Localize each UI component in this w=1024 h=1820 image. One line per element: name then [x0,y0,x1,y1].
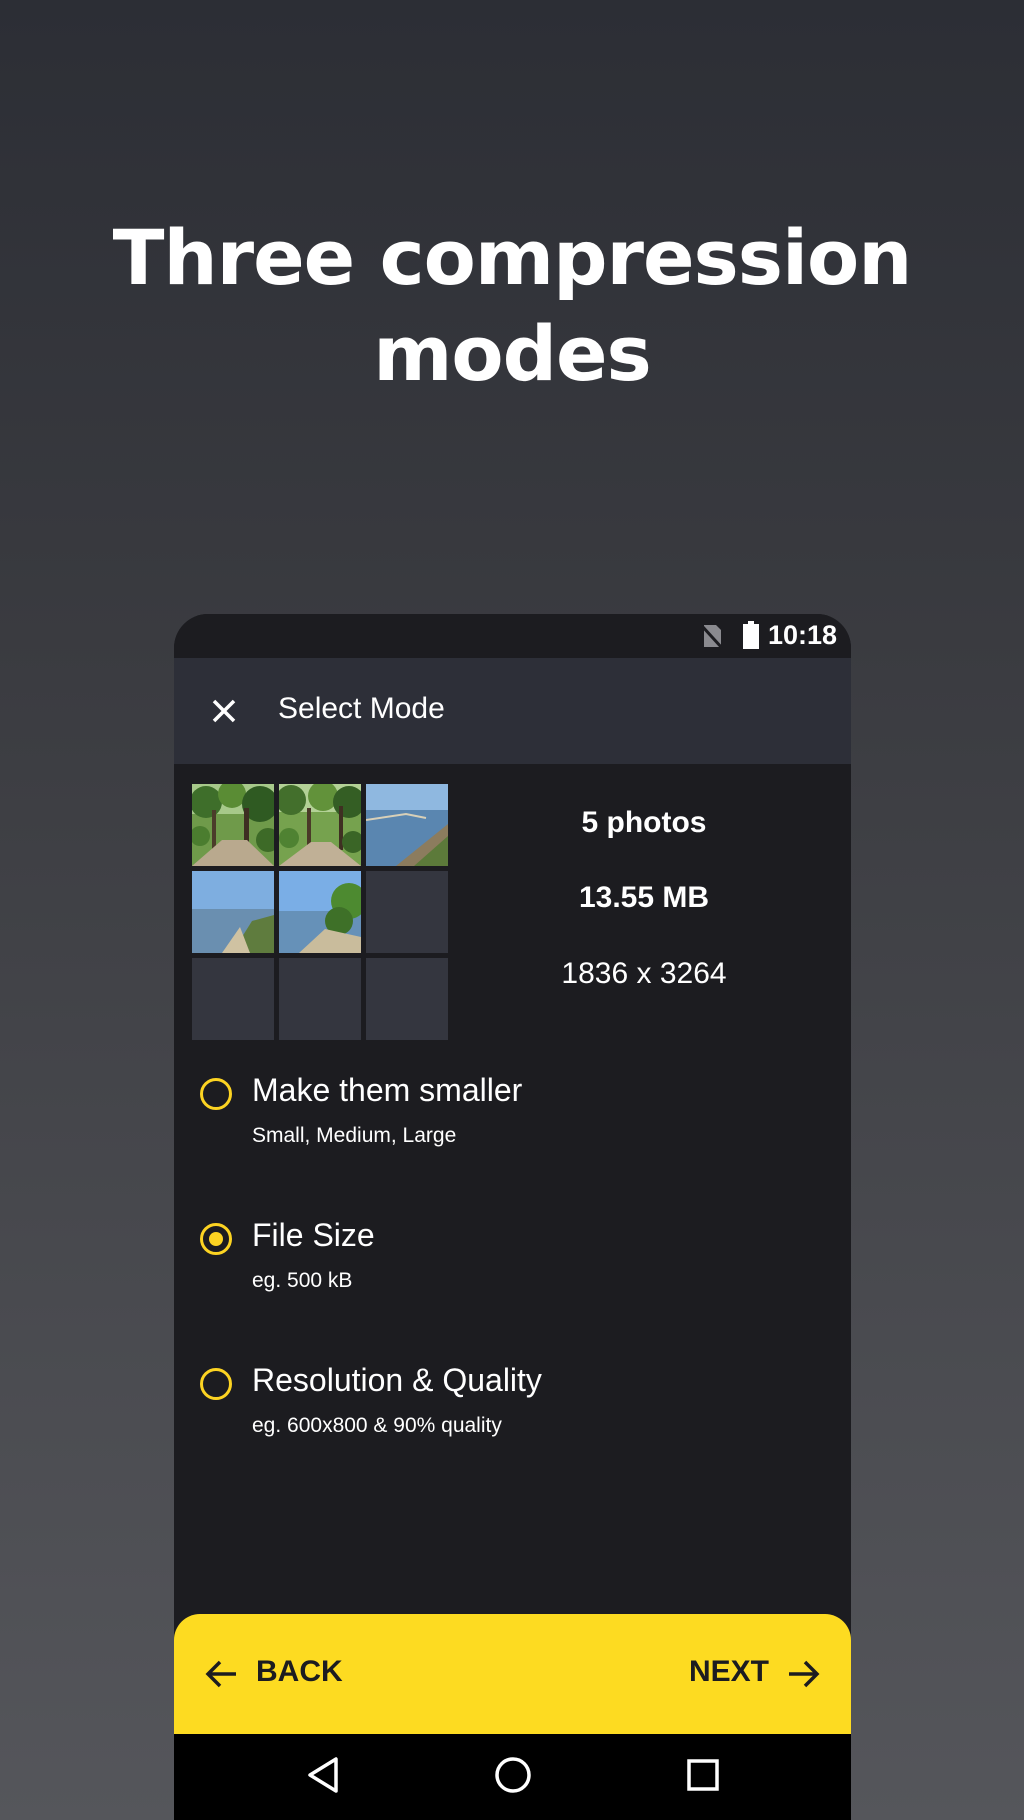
next-button[interactable]: NEXT [621,1644,821,1704]
option-title: Resolution & Quality [252,1362,542,1398]
thumbnail-forest-path[interactable] [192,784,274,866]
headline: Three compression modes [0,210,1024,402]
thumbnail-empty [192,958,274,1040]
close-icon[interactable] [208,695,240,727]
total-size: 13.55 MB [578,881,710,914]
thumbnail-empty [366,871,448,953]
headline-line-2: modes [373,309,652,398]
radio-file-size[interactable] [200,1223,232,1255]
app-bar-title: Select Mode [278,692,445,725]
option-title: File Size [252,1217,375,1253]
battery-icon [743,621,759,649]
arrow-left-icon [205,1660,236,1688]
option-file-size[interactable]: File Size eg. 500 kB [200,1213,820,1323]
status-time: 10:18 [767,620,837,650]
thumbnail-grid [192,784,450,1040]
arrow-right-icon [789,1660,820,1688]
app-bar: Select Mode [174,658,851,764]
option-title: Make them smaller [252,1072,523,1108]
thumbnail-lake-shore[interactable] [279,871,361,953]
back-button[interactable]: BACK [204,1644,404,1704]
nav-home-icon[interactable] [494,1756,532,1794]
radio-resolution-quality[interactable] [200,1368,232,1400]
photo-count: 5 photos [581,806,707,839]
option-subtitle: Small, Medium, Large [252,1124,457,1147]
bottom-action-bar: BACK NEXT [174,1614,851,1734]
nav-recent-icon[interactable] [686,1758,720,1792]
headline-line-1: Three compression [112,213,913,302]
option-make-smaller[interactable]: Make them smaller Small, Medium, Large [200,1068,820,1178]
option-resolution-quality[interactable]: Resolution & Quality eg. 600x800 & 90% q… [200,1358,820,1468]
thumbnail-lake-shore[interactable] [366,784,448,866]
thumbnail-empty [366,958,448,1040]
radio-make-smaller[interactable] [200,1078,232,1110]
resolution: 1836 x 3264 [561,957,727,990]
thumbnail-forest-path[interactable] [279,784,361,866]
no-sim-icon [701,624,723,649]
back-button-label: BACK [256,1655,343,1688]
system-nav-bar [174,1734,851,1820]
option-subtitle: eg. 500 kB [252,1269,353,1292]
phone-screen: 10:18 Select Mode 5 photos 13.55 MB 1836… [174,614,851,1820]
nav-back-icon[interactable] [306,1756,340,1794]
option-subtitle: eg. 600x800 & 90% quality [252,1414,502,1437]
status-bar: 10:18 [174,614,851,658]
next-button-label: NEXT [688,1655,769,1688]
thumbnail-empty [279,958,361,1040]
thumbnail-lake-shore[interactable] [192,871,274,953]
